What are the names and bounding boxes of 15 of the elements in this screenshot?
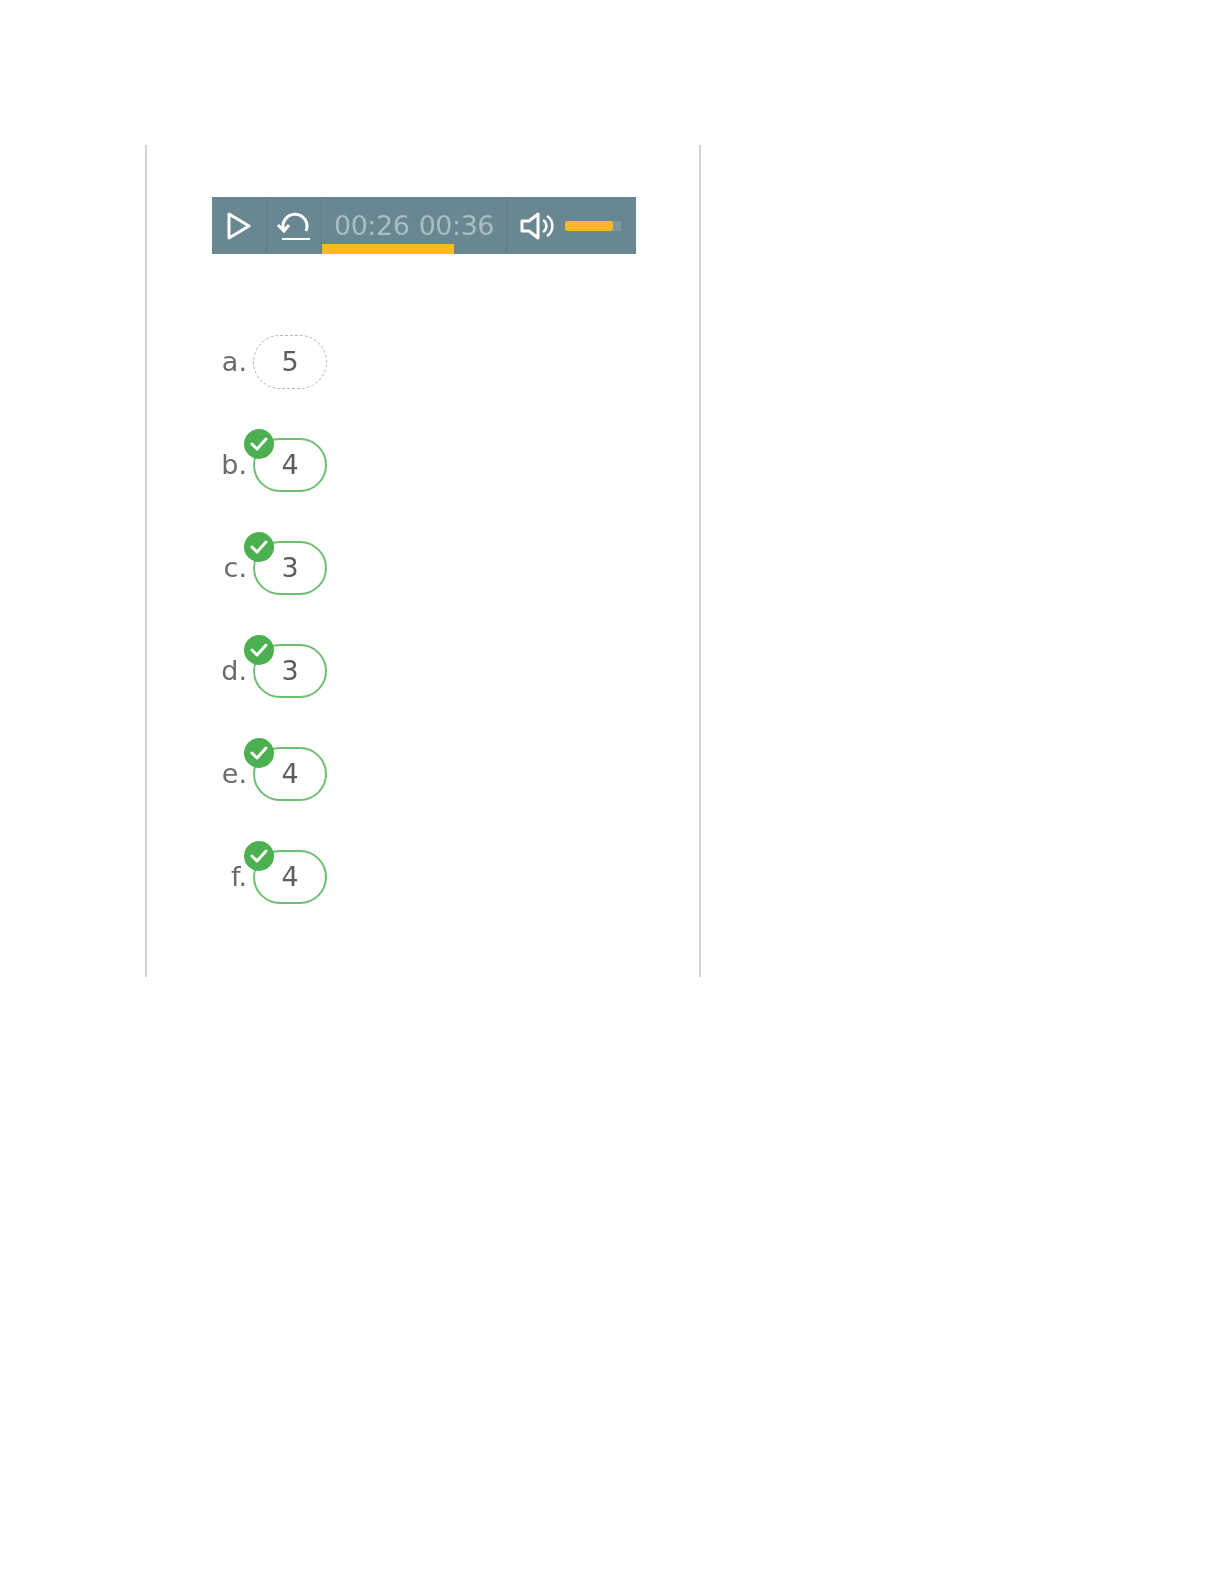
check-icon [244,634,274,665]
answer-label: a. [220,346,247,377]
answer-label: d. [220,655,247,686]
play-icon [226,211,252,240]
check-icon [244,531,274,562]
check-icon [244,840,274,871]
answer-label: c. [222,552,247,583]
total-time: 00:36 [418,210,494,241]
check-icon [244,737,274,768]
answer-label: e. [220,758,247,789]
current-time: 00:26 [334,210,410,241]
speaker-icon[interactable] [519,210,555,241]
check-icon [244,428,274,459]
answer-label: b. [220,449,247,480]
answer-label: f. [229,861,247,892]
